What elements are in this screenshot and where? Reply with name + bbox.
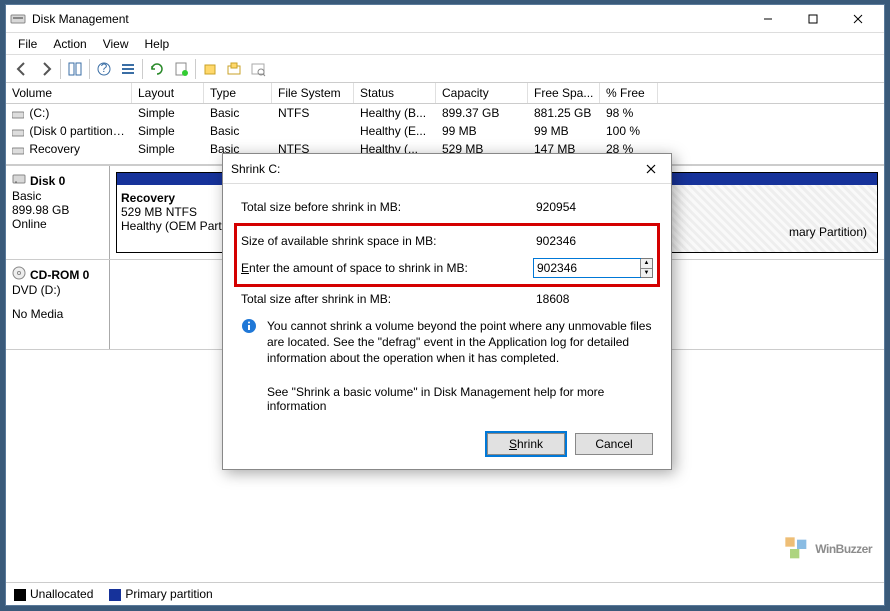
volume-icon: [12, 109, 24, 119]
partition-recovery[interactable]: Recovery 529 MB NTFS Healthy (OEM Part: [116, 172, 236, 253]
action1-button[interactable]: [198, 57, 222, 81]
total-after-value: [533, 290, 653, 308]
cdrom-drive: DVD (D:): [12, 283, 103, 297]
forward-button[interactable]: [34, 57, 58, 81]
disk0-name: Disk 0: [30, 174, 65, 188]
disk0-type: Basic: [12, 189, 103, 203]
menu-view[interactable]: View: [95, 35, 137, 53]
total-after-label: Total size after shrink in MB:: [241, 292, 533, 306]
titlebar: Disk Management: [6, 5, 884, 33]
total-before-label: Total size before shrink in MB:: [241, 200, 533, 214]
dialog-title: Shrink C:: [231, 162, 631, 176]
show-hide-tree-button[interactable]: [63, 57, 87, 81]
highlighted-region: Size of available shrink space in MB: EE…: [237, 226, 657, 284]
col-capacity[interactable]: Capacity: [436, 83, 528, 103]
disk-icon: [12, 172, 26, 189]
cancel-button[interactable]: Cancel: [575, 433, 653, 455]
available-space-value: [533, 232, 653, 250]
legend: Unallocated Primary partition: [6, 582, 884, 605]
volume-icon: [12, 127, 24, 137]
partition-main-status: mary Partition): [789, 225, 867, 239]
volume-row[interactable]: (Disk 0 partition 2)SimpleBasicHealthy (…: [6, 122, 884, 140]
menu-help[interactable]: Help: [137, 35, 178, 53]
volume-row[interactable]: (C:)SimpleBasicNTFSHealthy (B...899.37 G…: [6, 104, 884, 122]
col-layout[interactable]: Layout: [132, 83, 204, 103]
info-icon: [241, 318, 259, 367]
shrink-dialog: Shrink C: Total size before shrink in MB…: [222, 153, 672, 470]
spin-down-button[interactable]: ▼: [641, 269, 652, 278]
recovery-name: Recovery: [121, 191, 231, 205]
col-freespace[interactable]: Free Spa...: [528, 83, 600, 103]
minimize-button[interactable]: [745, 5, 790, 33]
shrink-amount-input[interactable]: [534, 259, 640, 277]
volume-list-header: Volume Layout Type File System Status Ca…: [6, 83, 884, 104]
info-message: You cannot shrink a volume beyond the po…: [267, 318, 653, 367]
properties-button[interactable]: [169, 57, 193, 81]
legend-unallocated: Unallocated: [30, 587, 93, 601]
col-type[interactable]: Type: [204, 83, 272, 103]
disk0-status: Online: [12, 217, 103, 231]
dialog-titlebar: Shrink C:: [223, 154, 671, 184]
enter-amount-label: EEnter the amount of space to shrink in …: [241, 261, 533, 275]
refresh-button[interactable]: [145, 57, 169, 81]
app-icon: [10, 11, 26, 27]
maximize-button[interactable]: [790, 5, 835, 33]
action2-button[interactable]: [222, 57, 246, 81]
watermark: WinBuzzer: [783, 535, 872, 563]
cdrom-info[interactable]: CD-ROM 0 DVD (D:) No Media: [6, 260, 110, 349]
legend-primary: Primary partition: [125, 587, 212, 601]
dialog-close-button[interactable]: [631, 154, 671, 184]
disk0-size: 899.98 GB: [12, 203, 103, 217]
spin-up-button[interactable]: ▲: [641, 259, 652, 269]
menubar: File Action View Help: [6, 33, 884, 55]
available-space-label: Size of available shrink space in MB:: [241, 234, 533, 248]
disk0-info[interactable]: Disk 0 Basic 899.98 GB Online: [6, 166, 110, 259]
total-before-value: [533, 198, 653, 216]
menu-file[interactable]: File: [10, 35, 45, 53]
toolbar: ?: [6, 55, 884, 83]
back-button[interactable]: [10, 57, 34, 81]
close-button[interactable]: [835, 5, 880, 33]
col-filesystem[interactable]: File System: [272, 83, 354, 103]
cdrom-name: CD-ROM 0: [30, 268, 89, 282]
menu-action[interactable]: Action: [45, 35, 94, 53]
volume-icon: [12, 145, 24, 155]
col-volume[interactable]: Volume: [6, 83, 132, 103]
recovery-size: 529 MB NTFS: [121, 205, 231, 219]
col-status[interactable]: Status: [354, 83, 436, 103]
shrink-button[interactable]: Shrink: [487, 433, 565, 455]
help-button[interactable]: ?: [92, 57, 116, 81]
window-title: Disk Management: [32, 12, 745, 26]
action3-button[interactable]: [246, 57, 270, 81]
settings-list-button[interactable]: [116, 57, 140, 81]
help-reference: See "Shrink a basic volume" in Disk Mana…: [267, 385, 653, 413]
cdrom-media: No Media: [12, 307, 103, 321]
cdrom-icon: [12, 266, 26, 283]
col-pctfree[interactable]: % Free: [600, 83, 658, 103]
recovery-status: Healthy (OEM Part: [121, 219, 231, 233]
svg-text:?: ?: [101, 61, 108, 75]
